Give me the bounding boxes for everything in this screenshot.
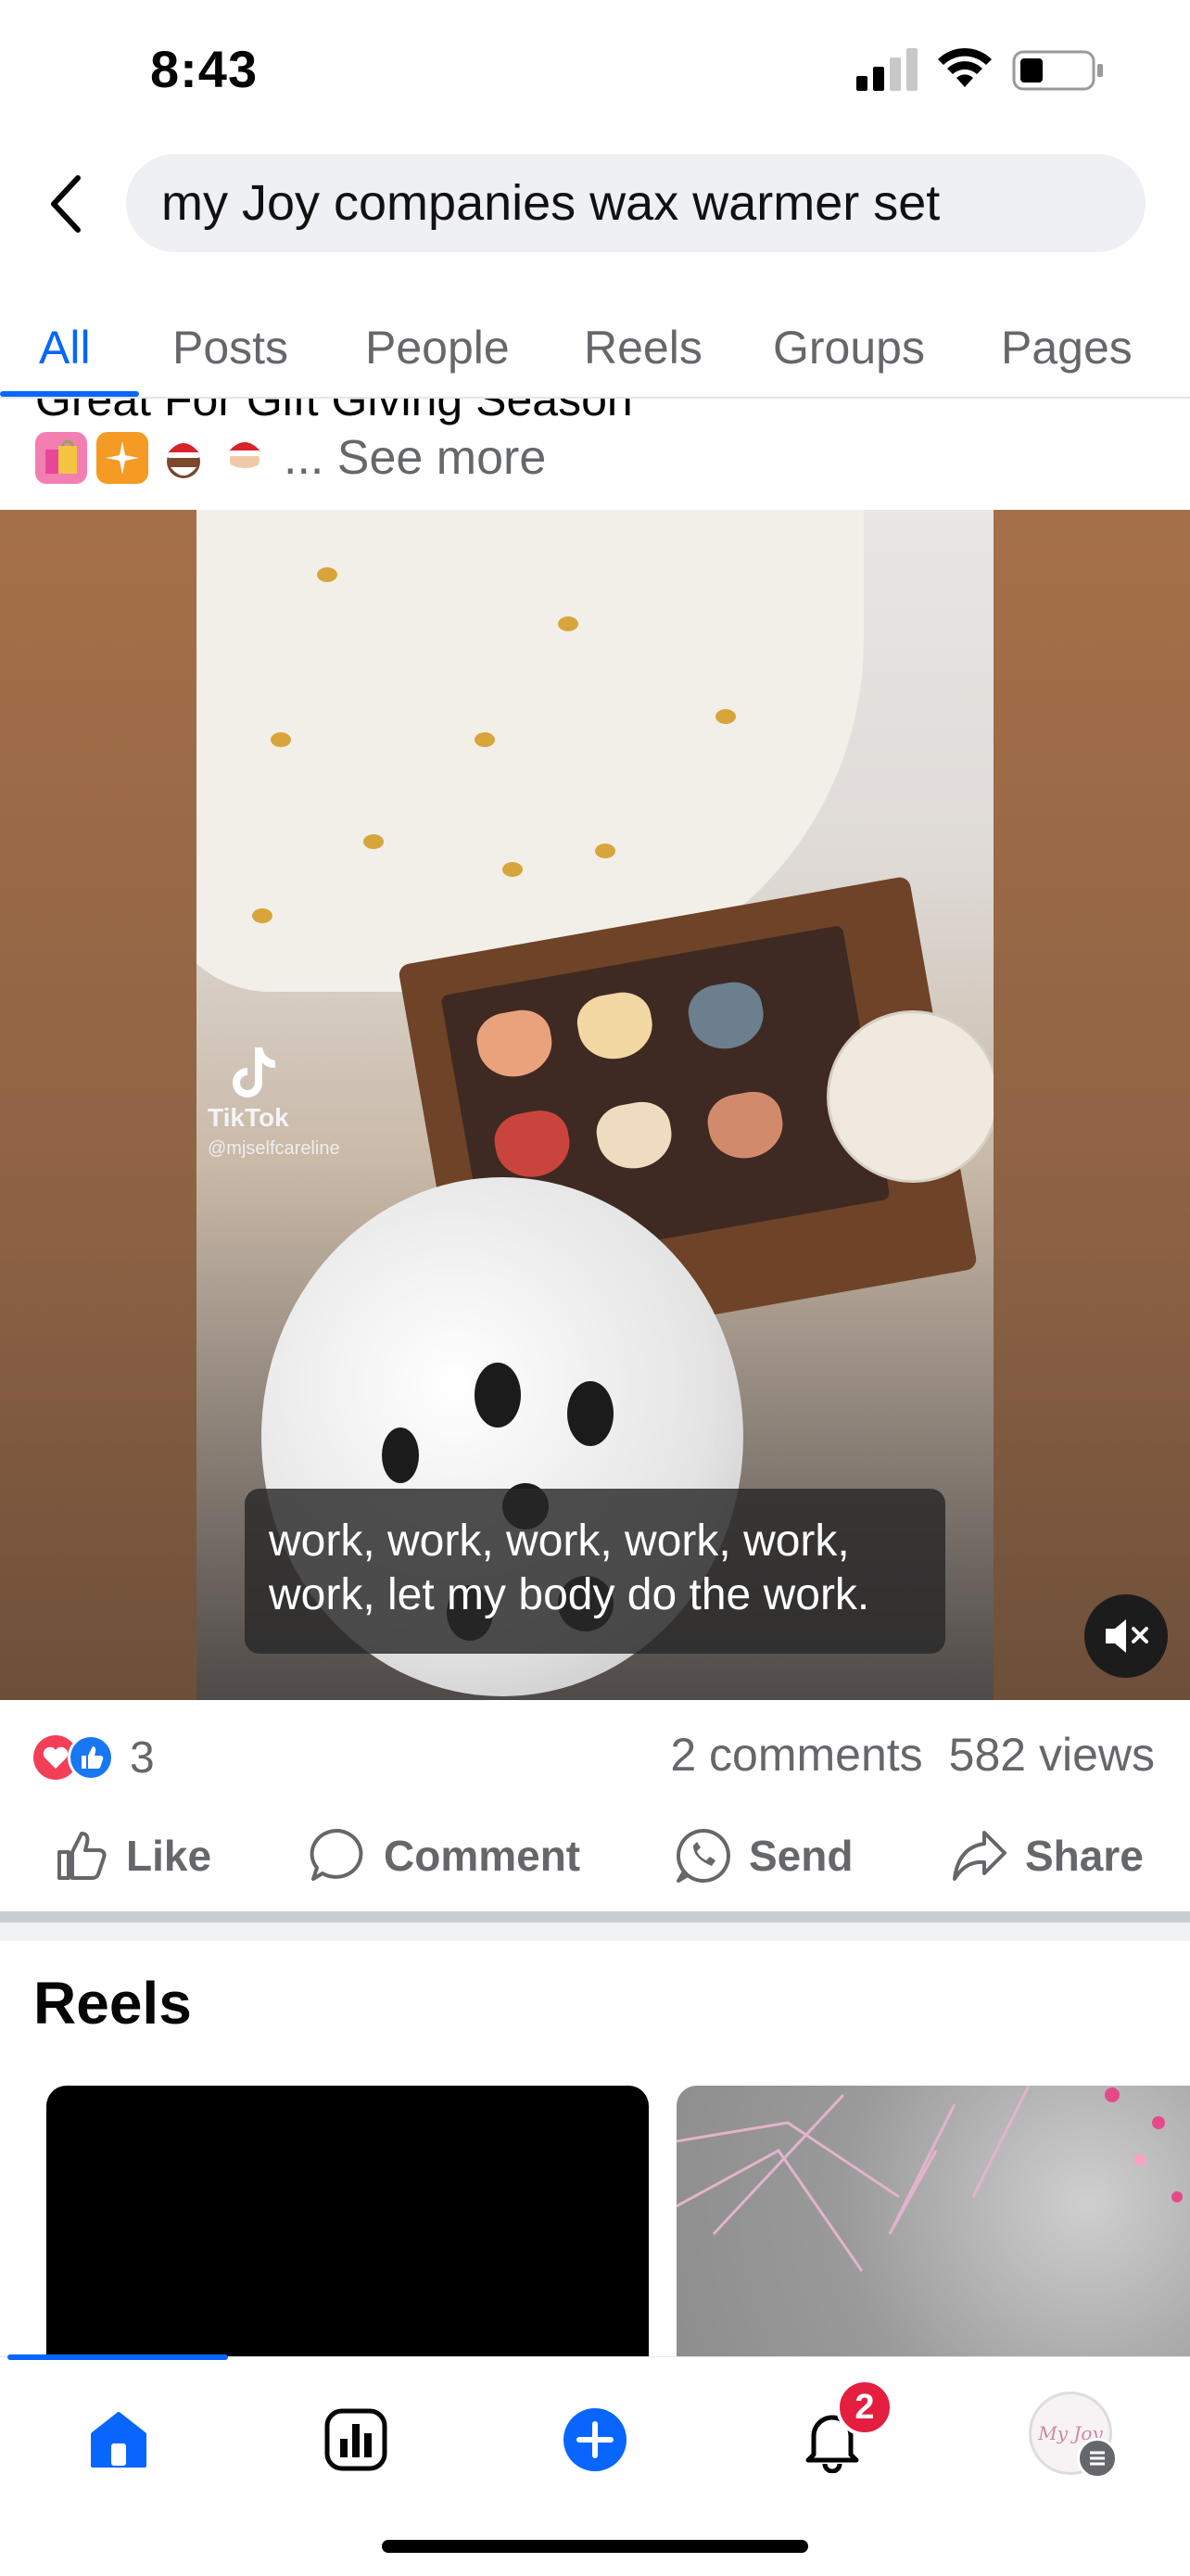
tab-posts[interactable]: Posts [172,298,288,397]
section-separator [0,1911,1190,1922]
tab-pages[interactable]: Pages [1001,298,1133,397]
post-stats: 2 comments 582 views [670,1728,1155,1782]
video-letterbox-left [0,510,196,1700]
tab-people[interactable]: People [365,298,510,397]
search-tabs: All Posts People Reels Groups Pages [0,298,1190,397]
post-text: Great For Gift Giving Season [0,399,1190,430]
cellular-signal-icon [856,48,918,91]
battery-icon [1012,50,1103,91]
video-letterbox-right [994,510,1190,1700]
thumbs-up-icon [57,1832,107,1880]
tab-all[interactable]: All [39,298,91,397]
tab-groups[interactable]: Groups [773,298,925,397]
wifi-icon [938,47,992,87]
santa-emoji [158,432,209,484]
share-arrow-icon [953,1831,1006,1881]
santa-emoji [219,432,271,484]
nav-dashboard[interactable] [310,2393,402,2486]
candle-label [827,1010,994,1183]
speaker-muted-icon [1106,1619,1148,1653]
shopping-bags-emoji [35,432,87,484]
comment-bubble-icon [310,1828,363,1881]
reactions-count: 3 [130,1732,155,1783]
notifications-badge: 2 [836,2379,893,2436]
like-button[interactable]: Like [54,1817,211,1895]
views-count: 582 views [948,1729,1155,1781]
tiktok-watermark-user: @mjselfcareline [208,1138,340,1159]
nav-home[interactable] [72,2393,165,2486]
whatsapp-icon [676,1829,730,1883]
send-label: Send [749,1832,854,1880]
nav-create[interactable] [549,2393,641,2486]
active-nav-indicator [7,2354,228,2360]
section-gap [0,1922,1190,1941]
video-caption: work, work, work, work, work, work, let … [245,1489,945,1654]
menu-icon[interactable] [1077,2438,1118,2479]
share-button[interactable]: Share [951,1817,1144,1895]
caption-line-1: work, work, work, work, work, [269,1516,850,1566]
sparkle-emoji [96,432,148,484]
comment-label: Comment [384,1832,581,1880]
home-icon [91,2412,146,2468]
tiktok-watermark-brand: TikTok [208,1103,289,1132]
search-input[interactable]: my Joy companies wax warmer set [126,154,1146,252]
comment-button[interactable]: Comment [310,1817,580,1895]
reactions-summary[interactable]: 3 [33,1730,155,1785]
back-button[interactable] [37,167,96,241]
post-text-line: Great For Gift Giving Season [35,399,633,425]
create-icon [563,2408,627,2471]
comments-count[interactable]: 2 comments [670,1728,922,1782]
send-button[interactable]: Send [675,1817,853,1895]
reels-section-title: Reels [33,1970,192,2037]
tab-reels[interactable]: Reels [584,298,703,397]
like-label: Like [126,1832,212,1880]
dashboard-icon [324,2408,387,2471]
post-actions: Like Comment Send Share [0,1817,1190,1895]
reaction-icons [33,1734,114,1781]
post-emoji-row: ... See more [35,428,546,488]
status-time: 8:43 [150,40,259,98]
see-more-link[interactable]: ... See more [284,430,546,486]
caption-line-2: work, let my body do the work. [269,1570,870,1619]
home-indicator [382,2540,808,2553]
share-label: Share [1025,1832,1144,1880]
tiktok-logo-icon [233,1047,275,1098]
mute-toggle-button[interactable] [1084,1594,1168,1678]
